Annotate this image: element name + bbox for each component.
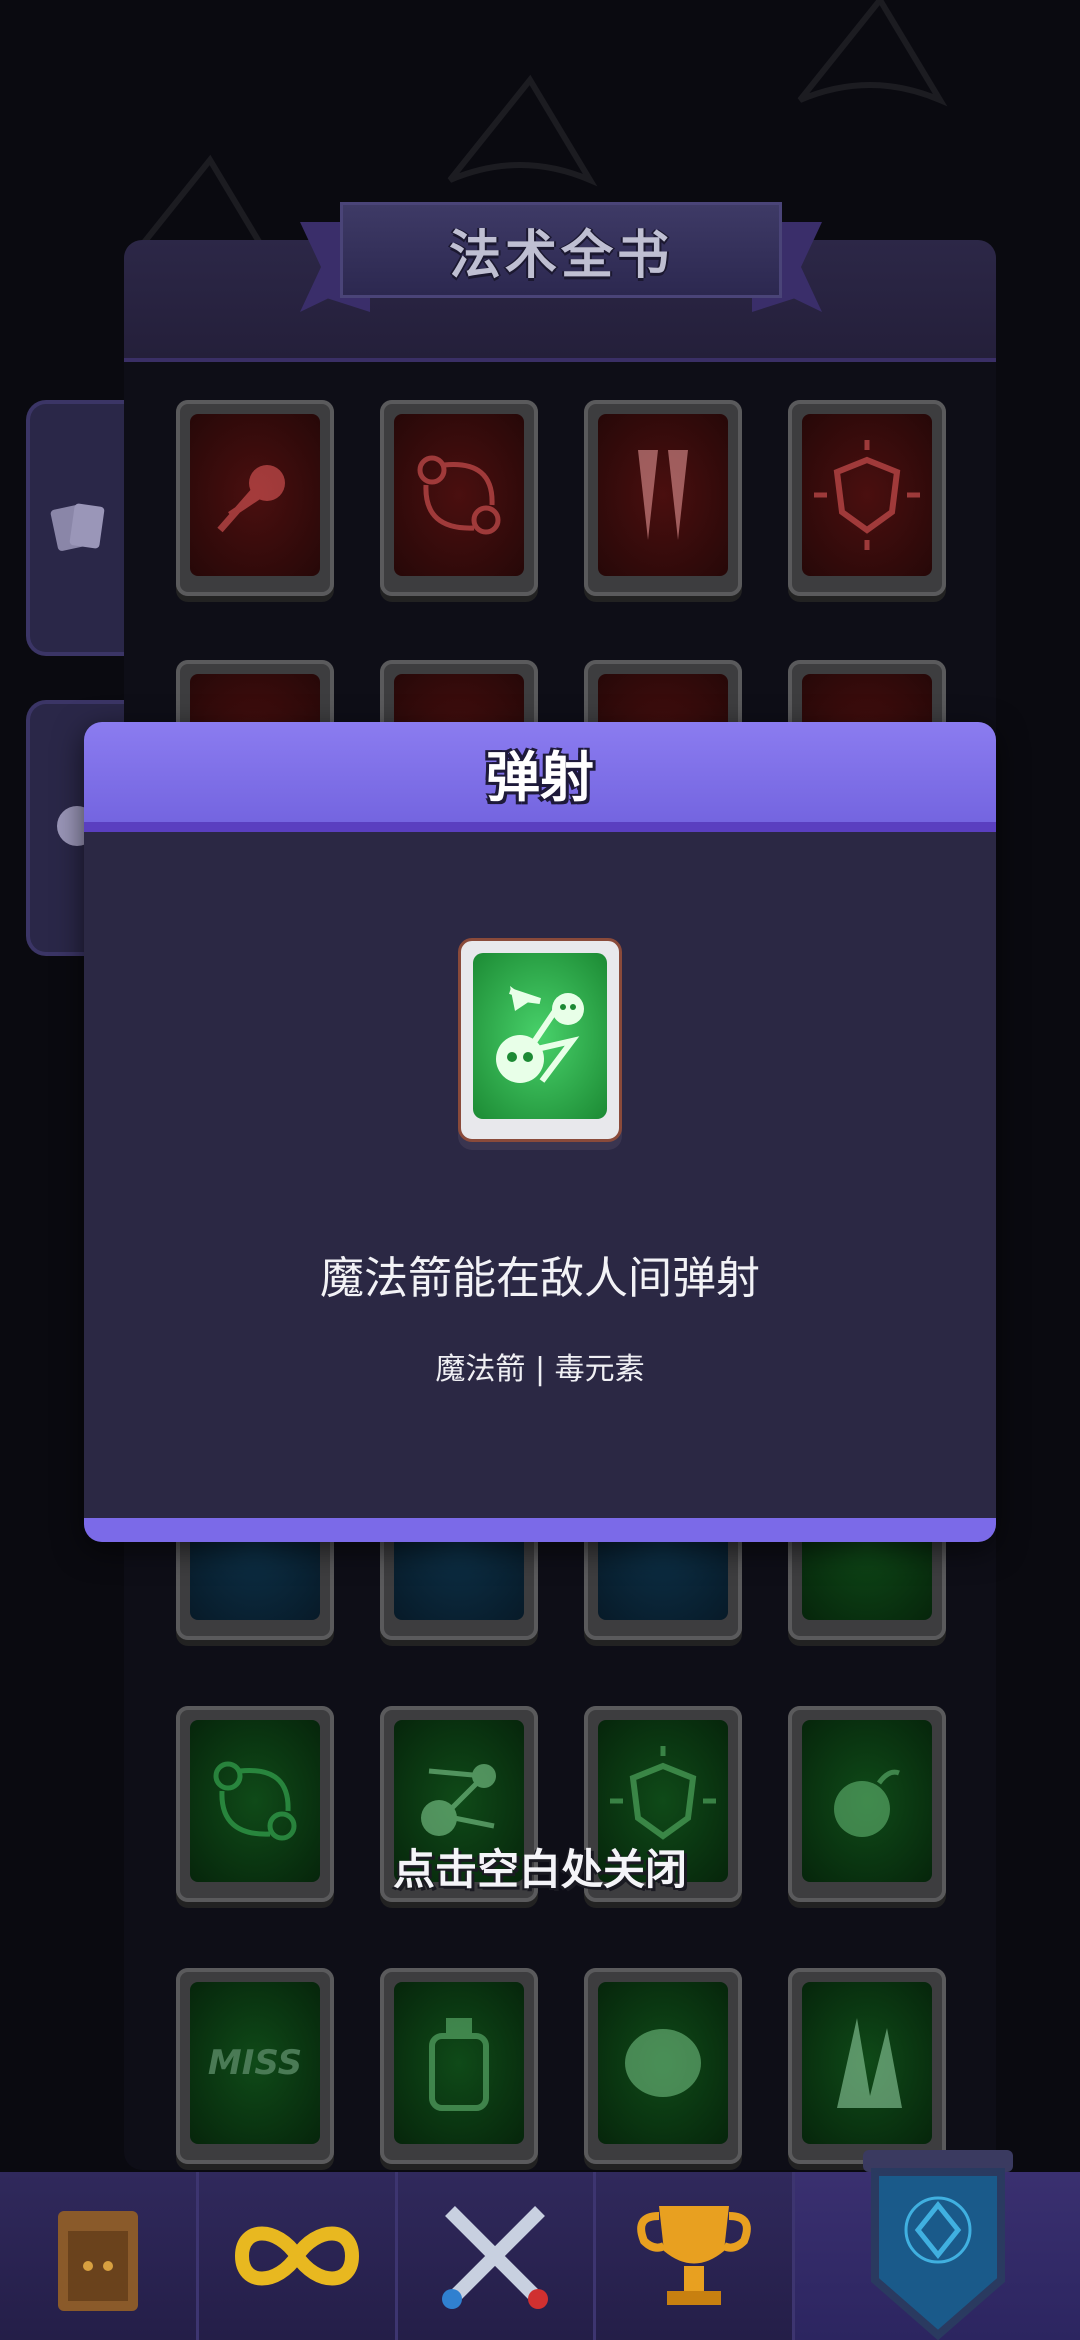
bottom-nav	[0, 2150, 1080, 2340]
cards-icon	[50, 503, 105, 551]
swords-icon	[442, 2206, 549, 2309]
spell-card-large	[458, 938, 622, 1142]
sheep-icon	[625, 2029, 701, 2097]
ricochet-skull-icon	[496, 986, 584, 1083]
spell-card-miss[interactable]: MISS	[176, 1968, 334, 2164]
spell-card-orbit[interactable]	[380, 400, 538, 596]
miss-label: MISS	[207, 2043, 303, 2083]
hat-pattern-icon	[447, 74, 598, 187]
modal-header: 弹射	[84, 722, 996, 832]
spell-card-sheep[interactable]	[584, 1968, 742, 2164]
spell-description: 魔法箭能在敌人间弹射	[320, 1253, 760, 1304]
trophy-icon	[637, 2206, 752, 2305]
nav-battle[interactable]	[397, 2172, 597, 2340]
miss-icon: MISS	[208, 2046, 302, 2080]
spellbook-title-banner: 法术全书	[340, 202, 782, 298]
side-tab-cards[interactable]	[26, 400, 124, 656]
spell-card-spikes[interactable]	[788, 1968, 946, 2164]
nav-infinity[interactable]	[198, 2172, 398, 2340]
close-hint-text[interactable]: 点击空白处关闭	[0, 1836, 1080, 1897]
spell-tags: 魔法箭 | 毒元素	[435, 1352, 645, 1387]
fang-icon	[638, 450, 688, 540]
spell-card-fang[interactable]	[584, 400, 742, 596]
nav-chest[interactable]	[0, 2172, 199, 2340]
infinity-icon	[234, 2226, 359, 2286]
spellbook-title: 法术全书	[448, 225, 673, 286]
spikes-icon	[837, 2018, 902, 2108]
nav-trophy[interactable]	[596, 2172, 796, 2340]
modal-title: 弹射	[486, 745, 594, 809]
spellbook-shield-icon	[863, 2150, 1014, 2340]
poison-bottle-icon	[429, 2018, 489, 2111]
modal-footer-bar	[84, 1518, 996, 1542]
spell-card-poison-bottle[interactable]	[380, 1968, 538, 2164]
chest-icon	[57, 2211, 138, 2311]
orbit-icon	[417, 455, 501, 535]
hat-pattern-icon	[797, 0, 948, 107]
spell-card-fire-shield[interactable]	[788, 400, 946, 596]
fireball-icon	[217, 465, 285, 533]
spell-detail-modal: 弹射 魔法箭能在敌人间弹射 魔法箭 | 毒元素	[84, 722, 996, 1542]
fire-shield-icon	[814, 440, 920, 550]
spell-card-fireball[interactable]	[176, 400, 334, 596]
nav-spellbook[interactable]	[795, 2150, 1080, 2340]
